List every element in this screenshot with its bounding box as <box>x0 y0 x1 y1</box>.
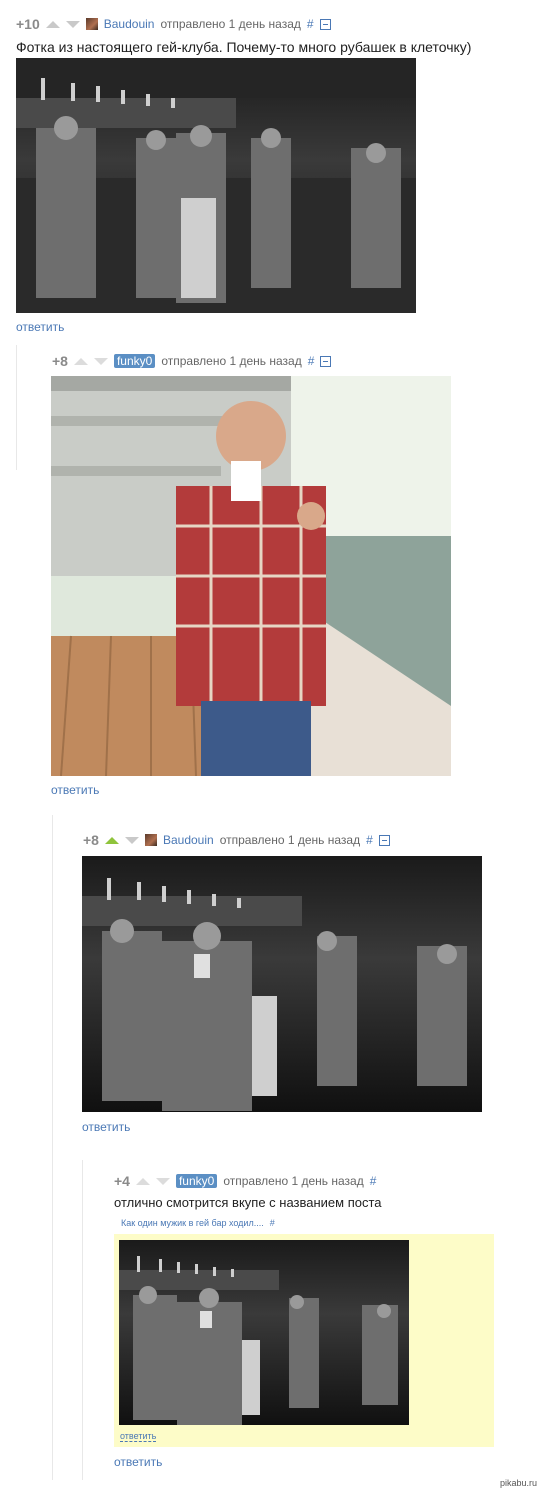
upvote-icon[interactable] <box>73 357 88 365</box>
upvote-icon[interactable] <box>135 1177 150 1185</box>
comment-rating: +4 <box>114 1173 130 1189</box>
downvote-icon[interactable] <box>93 357 108 365</box>
comment-3-header: +8 Baudouin отправлено 1 день назад # <box>83 832 390 848</box>
comment-permalink[interactable]: # <box>307 17 314 31</box>
embedded-post-header: Как один мужик в гей бар ходил.... # <box>121 1218 275 1228</box>
comment-rating: +10 <box>16 16 40 32</box>
comment-1-header: +10 Baudouin отправлено 1 день назад # <box>16 16 331 32</box>
posted-time: отправлено 1 день назад <box>219 833 361 847</box>
upvote-icon[interactable] <box>45 20 60 28</box>
reply-link[interactable]: ответить <box>114 1455 162 1469</box>
downvote-icon[interactable] <box>124 836 139 844</box>
comment-2-header: +8 funky0 отправлено 1 день назад # <box>52 353 332 369</box>
embedded-post-title[interactable]: Как один мужик в гей бар ходил.... <box>121 1218 264 1228</box>
embedded-reply-link[interactable]: ответить <box>120 1431 157 1442</box>
posted-time: отправлено 1 день назад <box>223 1174 364 1188</box>
reply-link[interactable]: ответить <box>82 1120 130 1134</box>
avatar <box>144 834 157 846</box>
comment-permalink[interactable]: # <box>366 833 373 847</box>
author-link[interactable]: Baudouin <box>163 833 214 847</box>
watermark: pikabu.ru <box>500 1478 538 1488</box>
comment-text: отлично смотрится вкупе с названием пост… <box>114 1195 382 1210</box>
comment-text: Фотка из настоящего гей-клуба. Почему-то… <box>16 39 472 55</box>
comment-image[interactable] <box>51 376 451 776</box>
author-link[interactable]: funky0 <box>175 1174 218 1188</box>
comment-permalink[interactable]: # <box>370 1174 377 1188</box>
downvote-icon[interactable] <box>65 20 80 28</box>
collapse-icon[interactable] <box>319 18 331 30</box>
thread-line <box>16 345 18 470</box>
author-link[interactable]: funky0 <box>113 354 156 368</box>
reply-link[interactable]: ответить <box>16 320 64 334</box>
posted-time: отправлено 1 день назад <box>160 17 301 31</box>
upvote-icon[interactable] <box>104 836 119 844</box>
thread-line <box>82 1160 84 1480</box>
comment-rating: +8 <box>83 832 99 848</box>
author-link[interactable]: Baudouin <box>104 17 155 31</box>
posted-time: отправлено 1 день назад <box>161 354 302 368</box>
collapse-icon[interactable] <box>320 355 332 367</box>
comment-image[interactable] <box>82 856 482 1112</box>
reply-link[interactable]: ответить <box>51 783 99 797</box>
comment-permalink[interactable]: # <box>308 354 315 368</box>
comment-4-header: +4 funky0 отправлено 1 день назад # <box>114 1173 376 1189</box>
downvote-icon[interactable] <box>155 1177 170 1185</box>
embedded-post-permalink[interactable]: # <box>270 1218 275 1228</box>
embedded-post-image[interactable] <box>119 1240 409 1425</box>
collapse-icon[interactable] <box>378 834 390 846</box>
avatar <box>85 18 98 30</box>
comment-image[interactable] <box>16 58 416 313</box>
thread-line <box>52 815 54 1480</box>
comment-rating: +8 <box>52 353 68 369</box>
